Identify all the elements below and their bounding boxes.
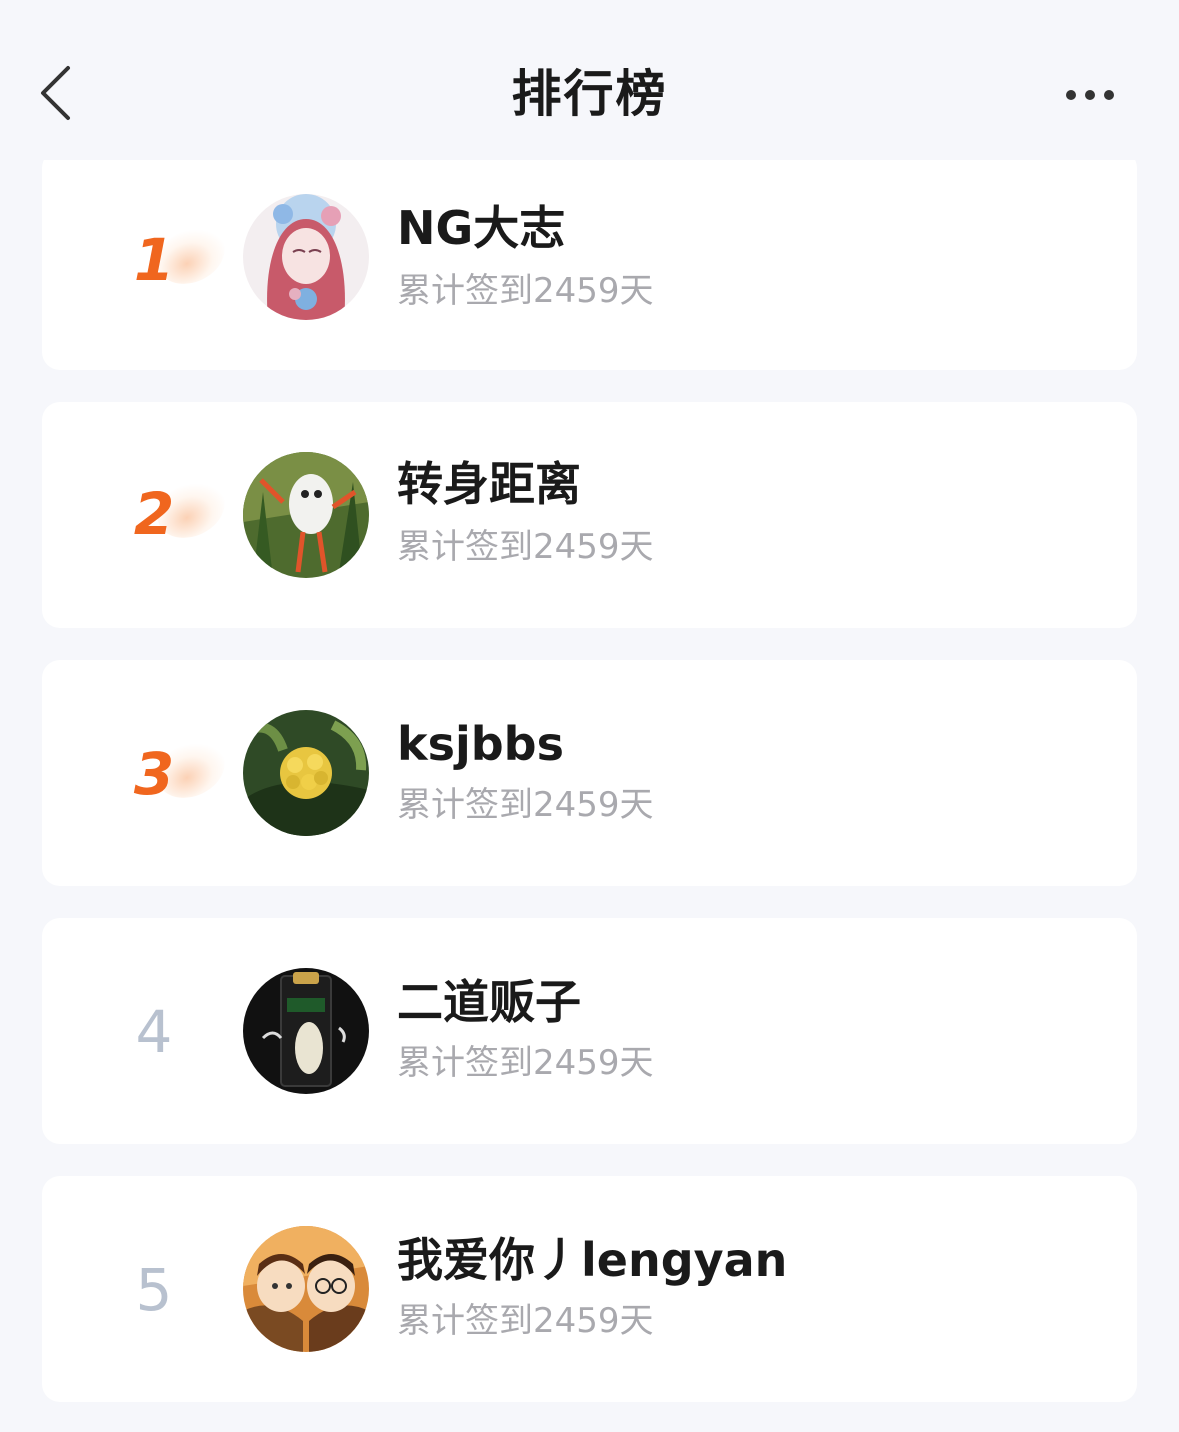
rank-badge: 5 (104, 1250, 204, 1330)
rank-number: 1 (133, 226, 175, 294)
ranking-item[interactable]: 2 转身距离 累计签到2459天 (42, 402, 1137, 628)
rank-badge: 2 (104, 471, 234, 554)
checkin-days: 累计签到2459天 (397, 1301, 654, 1341)
rank-number: 2 (133, 480, 175, 548)
ranking-list: 1 NG大志 累计签到2459天 2 转身距离 累计签到2459天 3 ksjb… (0, 0, 1179, 1432)
checkin-days: 累计签到2459天 (397, 785, 654, 825)
ranking-item[interactable]: 1 NG大志 累计签到2459天 (42, 150, 1137, 370)
ranking-item[interactable]: 5 我爱你丿lengyan 累计签到2459天 (42, 1176, 1137, 1402)
username: 我爱你丿lengyan (397, 1233, 788, 1287)
rank-badge: 4 (104, 992, 204, 1072)
username: 二道贩子 (397, 975, 581, 1029)
avatar[interactable] (243, 968, 369, 1094)
more-button[interactable] (1055, 72, 1125, 118)
checkin-days: 累计签到2459天 (397, 271, 654, 311)
avatar[interactable] (243, 452, 369, 578)
rank-number: 3 (133, 740, 175, 808)
rank-number: 5 (135, 1256, 173, 1324)
username: NG大志 (397, 201, 566, 255)
avatar[interactable] (243, 710, 369, 836)
rank-badge: 3 (104, 731, 234, 814)
page-title: 排行榜 (511, 65, 668, 123)
rank-badge: 1 (104, 217, 234, 300)
navigation-bar: 排行榜 (0, 0, 1179, 160)
avatar[interactable] (243, 194, 369, 320)
checkin-days: 累计签到2459天 (397, 1043, 654, 1083)
more-dots-icon (1065, 86, 1115, 105)
ranking-item[interactable]: 3 ksjbbs 累计签到2459天 (42, 660, 1137, 886)
username: 转身距离 (397, 457, 581, 511)
avatar[interactable] (243, 1226, 369, 1352)
checkin-days: 累计签到2459天 (397, 527, 654, 567)
username: ksjbbs (397, 717, 564, 771)
rank-number: 4 (135, 998, 173, 1066)
ranking-item[interactable]: 4 二道贩子 累计签到2459天 (42, 918, 1137, 1144)
